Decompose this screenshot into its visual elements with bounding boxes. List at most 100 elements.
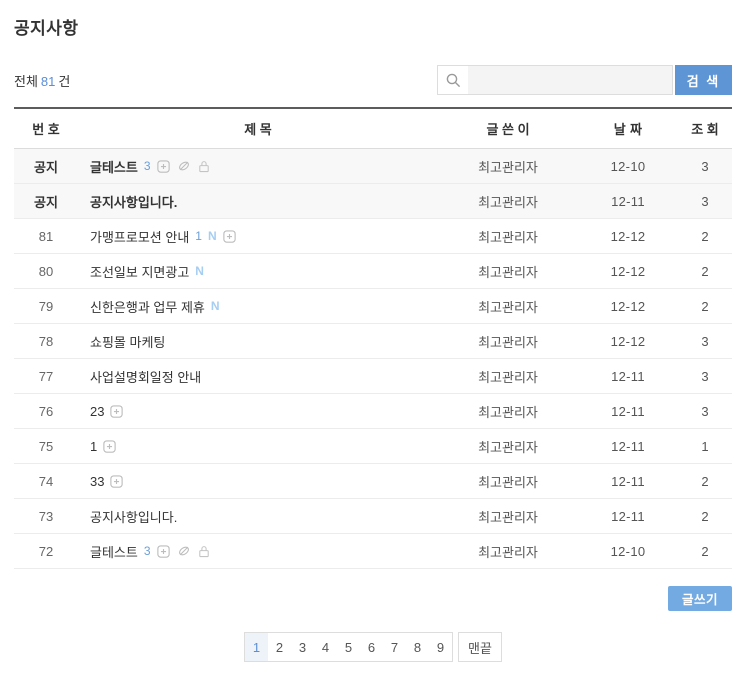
page-number-group: 123456789 <box>244 632 453 662</box>
table-row: 73공지사항입니다.최고관리자12-112 <box>14 499 732 534</box>
post-title-link[interactable]: 조선일보 지면광고 <box>90 262 189 281</box>
post-title-link[interactable]: 33 <box>90 474 104 489</box>
comment-count: 3 <box>144 159 151 173</box>
row-author: 최고관리자 <box>438 507 578 526</box>
file-plus-icon <box>102 439 117 454</box>
row-author: 최고관리자 <box>438 367 578 386</box>
write-button[interactable]: 글쓰기 <box>668 586 732 611</box>
post-title-link[interactable]: 가맹프로모션 안내 <box>90 227 189 246</box>
post-title-link[interactable]: 공지사항입니다. <box>90 507 177 526</box>
row-number: 73 <box>14 509 78 524</box>
table-row: 76 23 최고관리자12-113 <box>14 394 732 429</box>
row-author: 최고관리자 <box>438 437 578 456</box>
file-plus-icon <box>156 544 171 559</box>
row-number: 74 <box>14 474 78 489</box>
row-title-cell: 쇼핑몰 마케팅 <box>78 332 438 351</box>
page-6[interactable]: 6 <box>360 633 383 661</box>
table-row: 81가맹프로모션 안내1N최고관리자12-122 <box>14 219 732 254</box>
table-row: 80조선일보 지면광고N최고관리자12-122 <box>14 254 732 289</box>
page-title: 공지사항 <box>14 14 732 39</box>
comment-count: 1 <box>195 229 202 243</box>
table-body: 공지글테스트3최고관리자12-103공지공지사항입니다.최고관리자12-1138… <box>14 149 732 569</box>
row-title-cell: 조선일보 지면광고N <box>78 262 438 281</box>
row-author: 최고관리자 <box>438 332 578 351</box>
row-date: 12-11 <box>578 194 678 209</box>
row-views: 3 <box>678 194 732 209</box>
row-title-cell: 가맹프로모션 안내 1N <box>78 227 438 246</box>
row-date: 12-11 <box>578 369 678 384</box>
row-title-cell: 신한은행과 업무 제휴N <box>78 297 438 316</box>
row-author: 최고관리자 <box>438 472 578 491</box>
notice-table: 번 호제 목글 쓴 이날 짜조 회 공지글테스트3최고관리자12-103공지공지… <box>14 107 732 569</box>
toolbar: 전체81건 검 색 <box>14 65 732 95</box>
row-date: 12-12 <box>578 264 678 279</box>
row-title-cell: 글테스트 3 <box>78 542 438 561</box>
row-author: 최고관리자 <box>438 262 578 281</box>
page-7[interactable]: 7 <box>383 633 406 661</box>
row-number: 76 <box>14 404 78 419</box>
row-date: 12-10 <box>578 544 678 559</box>
page-1[interactable]: 1 <box>245 633 268 661</box>
pagination: 123456789맨끝 <box>14 632 732 662</box>
post-title-link[interactable]: 23 <box>90 404 104 419</box>
row-views: 3 <box>678 334 732 349</box>
file-plus-icon <box>109 474 124 489</box>
row-title-cell: 공지사항입니다. <box>78 507 438 526</box>
row-views: 3 <box>678 369 732 384</box>
column-header-date: 날 짜 <box>578 119 678 138</box>
row-number: 81 <box>14 229 78 244</box>
table-row: 751최고관리자12-111 <box>14 429 732 464</box>
lock-icon <box>197 544 211 559</box>
row-date: 12-11 <box>578 474 678 489</box>
row-title-cell: 23 <box>78 404 438 419</box>
post-title-link[interactable]: 쇼핑몰 마케팅 <box>90 332 165 351</box>
comment-count: 3 <box>144 544 151 558</box>
row-views: 3 <box>678 404 732 419</box>
row-title-cell: 사업설명회일정 안내 <box>78 367 438 386</box>
row-number: 77 <box>14 369 78 384</box>
total-count: 81 <box>41 74 55 89</box>
row-number: 80 <box>14 264 78 279</box>
row-author: 최고관리자 <box>438 402 578 421</box>
search-button[interactable]: 검 색 <box>675 65 732 95</box>
total-prefix: 전체 <box>14 74 38 89</box>
post-title-link[interactable]: 공지사항입니다. <box>90 192 177 211</box>
total-suffix: 건 <box>58 74 70 89</box>
row-views: 2 <box>678 264 732 279</box>
post-title-link[interactable]: 사업설명회일정 안내 <box>90 367 201 386</box>
table-row: 79신한은행과 업무 제휴N최고관리자12-122 <box>14 289 732 324</box>
post-title-link[interactable]: 신한은행과 업무 제휴 <box>90 297 205 316</box>
page-last-button[interactable]: 맨끝 <box>458 632 502 662</box>
page-5[interactable]: 5 <box>337 633 360 661</box>
search-field <box>437 65 673 95</box>
post-title-link[interactable]: 글테스트 <box>90 157 138 176</box>
page-8[interactable]: 8 <box>406 633 429 661</box>
row-date: 12-11 <box>578 404 678 419</box>
column-header-author: 글 쓴 이 <box>438 119 578 138</box>
row-views: 1 <box>678 439 732 454</box>
row-views: 2 <box>678 299 732 314</box>
post-title-link[interactable]: 글테스트 <box>90 542 138 561</box>
table-row: 77 사업설명회일정 안내 최고관리자12-113 <box>14 359 732 394</box>
row-date: 12-11 <box>578 439 678 454</box>
page-3[interactable]: 3 <box>291 633 314 661</box>
file-plus-icon <box>109 404 124 419</box>
write-button-row: 글쓰기 <box>14 586 732 611</box>
post-title-link[interactable]: 1 <box>90 439 97 454</box>
row-title-cell: 1 <box>78 439 438 454</box>
row-author: 최고관리자 <box>438 542 578 561</box>
row-number: 공지 <box>14 157 78 176</box>
row-views: 2 <box>678 229 732 244</box>
row-date: 12-10 <box>578 159 678 174</box>
page-4[interactable]: 4 <box>314 633 337 661</box>
table-header-row: 번 호제 목글 쓴 이날 짜조 회 <box>14 109 732 149</box>
search-input[interactable] <box>468 66 672 94</box>
column-header-no: 번 호 <box>14 119 78 138</box>
page-2[interactable]: 2 <box>268 633 291 661</box>
page-9[interactable]: 9 <box>429 633 452 661</box>
lock-icon <box>197 159 211 174</box>
column-header-title: 제 목 <box>78 119 438 138</box>
new-badge: N <box>208 229 217 243</box>
table-row: 공지공지사항입니다.최고관리자12-113 <box>14 184 732 219</box>
row-title-cell: 글테스트 3 <box>78 157 438 176</box>
